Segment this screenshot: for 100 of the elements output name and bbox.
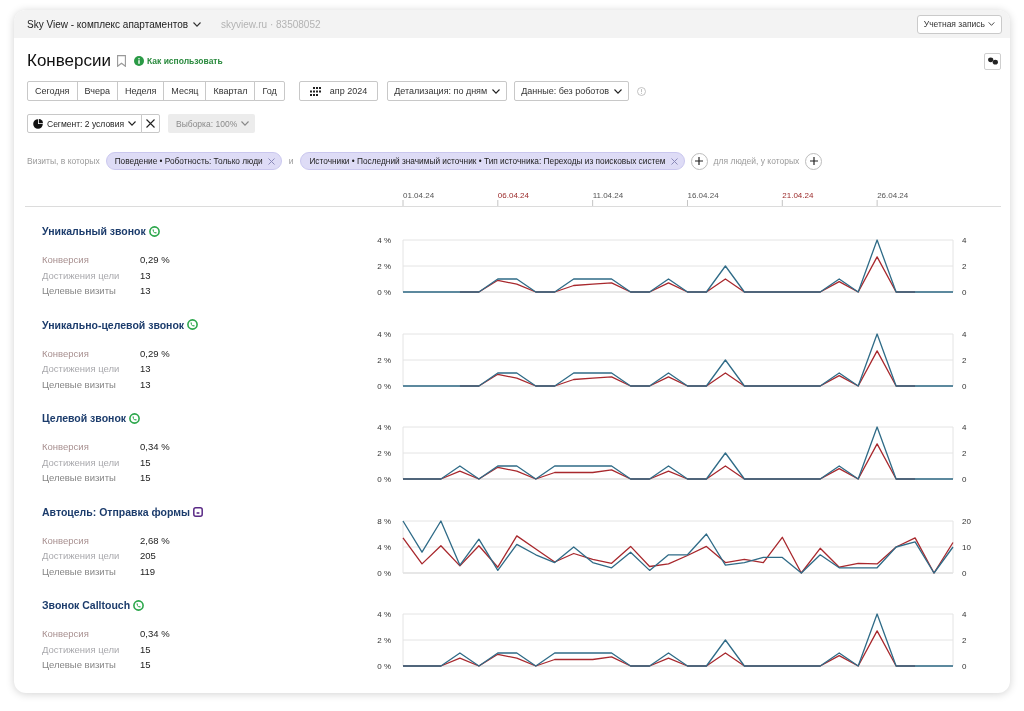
bookmark-icon[interactable] [117,55,126,67]
phone-icon [148,225,160,237]
chevron-icon [988,22,995,26]
dots-icon [987,57,998,65]
axis-label: 4 % [377,423,391,432]
axis-label: 2 % [377,355,391,365]
goal-title: Уникально-целевой звонок [42,318,185,331]
axis-label: 4 % [377,329,391,339]
chevron-icon [193,21,202,27]
axis-label: 4 [962,610,967,619]
date-label: 11.04.24 [592,191,624,200]
axis-label: 4 % [377,542,391,552]
close-icon[interactable] [267,157,275,165]
site-label: skyview.ru · 83508052 [221,18,321,30]
filter-chip[interactable]: Поведение • Роботность: Только люди [105,152,282,170]
joiner-label: и [288,156,294,166]
help-link[interactable]: Как использовать [134,56,223,66]
axis-label: 0 % [377,662,391,671]
info-icon [134,56,144,66]
axis-label: 2 % [377,262,391,271]
axis-label: 2 % [377,636,391,645]
chevron-icon [492,88,501,94]
chevron-icon [614,88,622,94]
axis-label: 4 [962,423,967,432]
toggle-button[interactable] [984,52,1001,70]
metric-label: Конверсия [42,627,90,641]
axis-label: 2 % [377,449,391,458]
metric-value: 13 [140,362,152,376]
period-button[interactable]: Квартал [205,81,256,101]
axis-label: 0 [962,568,967,578]
axis-label: 0 % [377,475,391,484]
period-button[interactable]: Сегодня [27,81,78,101]
segment-dropdown[interactable]: Сегмент: 2 условия [27,114,142,133]
axis-label: 2 [962,355,967,365]
metric-label: Конверсия [42,253,90,267]
metric-value: 15 [140,455,152,470]
phone-icon [129,412,141,424]
add-condition-button[interactable] [690,152,708,170]
close-icon [146,119,155,128]
metric-value: 0,29 % [140,346,171,361]
date-label: 16.04.24 [687,191,719,200]
metric-value: 15 [140,471,152,485]
date-label: 06.04.24 [497,191,529,200]
goal-title: Уникальный звонок [42,225,146,237]
metric-label: Достижения цели [42,642,121,657]
period-button[interactable]: Месяц [163,81,207,101]
metric-value: 15 [140,642,152,657]
detail-dropdown[interactable]: Детализация: по дням [387,81,508,101]
axis-label: 4 [962,236,967,245]
axis-label: 0 [962,288,967,297]
add-condition-button[interactable] [805,152,823,170]
axis-label: 0 % [377,381,391,391]
metric-value: 2,68 % [140,533,171,548]
form-icon [193,506,203,517]
axis-label: 2 [962,262,967,271]
plus-icon [809,157,818,165]
pie-chart-icon [33,118,43,129]
plus-icon [695,157,704,165]
metric-label: Целевые визиты [42,564,117,579]
axis-label: 0 % [377,288,391,297]
date-label: 01.04.24 [403,191,435,200]
date-range-button[interactable]: апр 2024 [298,81,379,101]
period-button[interactable]: Вчера [76,81,118,101]
goal-title: Целевой звонок [42,412,127,424]
metric-value: 13 [140,268,152,283]
account-button[interactable]: Учетная запись [916,14,1002,34]
phone-icon [187,319,199,330]
axis-label: 0 % [377,568,391,578]
metric-value: 205 [140,549,157,563]
period-button[interactable]: Год [254,81,285,101]
visits-label: Визиты, в которых [27,156,100,166]
people-label: для людей, у которых [713,156,800,166]
close-icon[interactable] [670,157,678,165]
axis-label: 20 [962,516,971,526]
data-dropdown[interactable]: Данные: без роботов [514,81,629,101]
metric-value: 0,29 % [140,253,171,267]
metric-label: Конверсия [42,533,90,548]
axis-label: 4 [962,329,967,339]
filter-chip[interactable]: Источники • Последний значимый источник • Тип источника: Переходы из поисковых систем [300,152,685,170]
goal-title: Звонок Calltouch [42,599,131,611]
metric-value: 119 [140,564,157,579]
metric-value: 13 [140,284,152,298]
page-title: Конверсии [27,51,111,71]
axis-label: 4 % [377,236,391,245]
chevron-icon [241,121,250,126]
metric-label: Целевые визиты [42,658,117,672]
period-button[interactable]: Неделя [116,81,165,101]
metric-label: Достижения цели [42,549,121,563]
axis-label: 4 % [377,610,391,619]
metric-label: Целевые визиты [42,377,117,392]
counter-dropdown[interactable]: Sky View - комплекс апартаментов [27,18,202,30]
metric-value: 0,34 % [140,440,171,454]
clear-segment-button[interactable] [141,114,160,133]
metric-label: Целевые визиты [42,471,117,485]
metric-label: Целевые визиты [42,284,117,298]
goal-title: Автоцель: Отправка формы [42,505,190,518]
axis-label: 8 % [377,516,391,526]
metric-label: Достижения цели [42,362,121,376]
axis-label: 0 [962,381,967,391]
metric-label: Конверсия [42,440,90,454]
